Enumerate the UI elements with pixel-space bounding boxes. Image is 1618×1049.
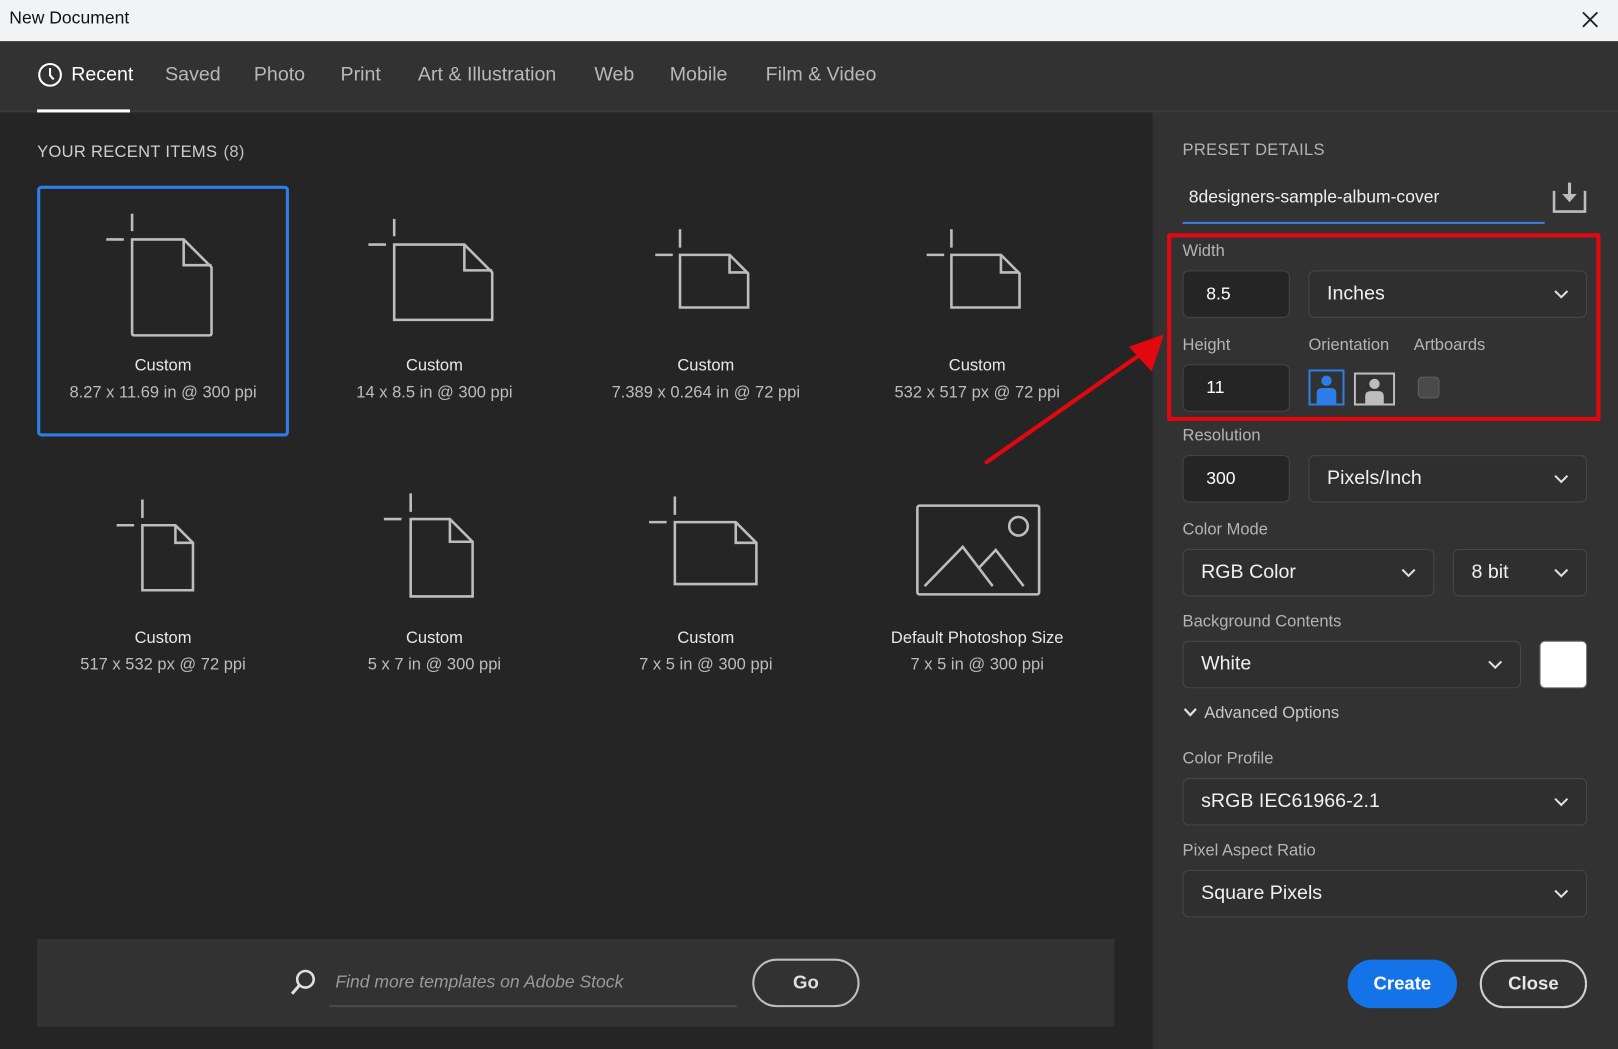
landscape-doc-icon xyxy=(926,229,1021,309)
category-tabs: Recent Saved Photo Print Art & Illustrat… xyxy=(0,41,1618,113)
resolution-label: Resolution xyxy=(1182,427,1261,445)
color-mode-value: RGB Color xyxy=(1201,561,1296,584)
pixel-aspect-label: Pixel Aspect Ratio xyxy=(1182,842,1316,860)
background-value: White xyxy=(1201,653,1252,675)
bit-depth-select[interactable]: 8 bit xyxy=(1452,548,1588,597)
width-unit-value: Inches xyxy=(1327,282,1385,305)
tab-print[interactable]: Print xyxy=(341,64,381,87)
window-title: New Document xyxy=(9,8,130,28)
item-name: Custom xyxy=(134,629,192,648)
item-spec: 532 x 517 px @ 72 ppi xyxy=(894,383,1060,402)
tab-web[interactable]: Web xyxy=(594,64,634,87)
item-spec: 14 x 8.5 in @ 300 ppi xyxy=(356,383,513,402)
recent-item[interactable]: Custom 8.27 x 11.69 in @ 300 ppi xyxy=(37,185,289,437)
landscape-doc-icon xyxy=(655,229,750,309)
landscape-orientation-icon[interactable] xyxy=(1353,372,1396,406)
chevron-down-icon xyxy=(1488,660,1503,670)
recent-items-pane: YOUR RECENT ITEMS (8) Custom 8.27 x 11.69… xyxy=(0,112,1153,1049)
tab-recent[interactable]: Recent xyxy=(71,64,133,87)
item-spec: 5 x 7 in @ 300 ppi xyxy=(367,656,502,674)
height-input[interactable]: 11 xyxy=(1182,364,1290,412)
width-label: Width xyxy=(1182,242,1225,261)
stock-search-input[interactable] xyxy=(329,959,737,1008)
recent-count: (8) xyxy=(223,143,245,161)
recent-item[interactable]: Custom 7.389 x 0.264 in @ 72 ppi xyxy=(580,186,832,437)
portrait-orientation-icon[interactable] xyxy=(1308,369,1345,406)
search-icon xyxy=(290,969,315,995)
portrait-doc-icon xyxy=(116,499,195,592)
pixel-aspect-select[interactable]: Square Pixels xyxy=(1182,869,1588,918)
background-select[interactable]: White xyxy=(1182,640,1522,689)
item-spec: 7 x 5 in @ 300 ppi xyxy=(639,656,773,674)
landscape-doc-icon xyxy=(649,496,758,586)
preset-name-input[interactable]: 8designers-sample-album-cover xyxy=(1182,176,1545,224)
close-button[interactable]: Close xyxy=(1479,959,1588,1009)
item-name: Custom xyxy=(405,357,463,375)
create-button[interactable]: Create xyxy=(1347,959,1458,1009)
item-spec: 7.389 x 0.264 in @ 72 ppi xyxy=(611,383,801,402)
save-preset-icon[interactable] xyxy=(1552,181,1587,214)
recent-item[interactable]: Custom 14 x 8.5 in @ 300 ppi xyxy=(309,186,561,437)
advanced-options-toggle[interactable]: Advanced Options xyxy=(1183,704,1340,724)
recent-item[interactable]: Custom 517 x 532 px @ 72 ppi xyxy=(37,458,289,709)
close-icon[interactable] xyxy=(1577,6,1604,33)
color-profile-label: Color Profile xyxy=(1182,750,1274,768)
artboards-checkbox[interactable] xyxy=(1417,376,1440,399)
portrait-doc-icon xyxy=(383,493,474,598)
recent-item[interactable]: Custom 5 x 7 in @ 300 ppi xyxy=(309,458,561,709)
go-button[interactable]: Go xyxy=(752,958,860,1008)
item-name: Default Photoshop Size xyxy=(890,629,1064,648)
tab-saved[interactable]: Saved xyxy=(165,64,221,87)
color-profile-value: sRGB IEC61966-2.1 xyxy=(1201,790,1380,813)
chevron-down-icon xyxy=(1401,568,1416,578)
chevron-down-icon xyxy=(1554,889,1569,899)
color-profile-select[interactable]: sRGB IEC61966-2.1 xyxy=(1182,778,1588,826)
background-color-swatch[interactable] xyxy=(1539,640,1588,689)
width-input[interactable]: 8.5 xyxy=(1182,270,1290,318)
tab-film-video[interactable]: Film & Video xyxy=(766,64,877,87)
orientation-label: Orientation xyxy=(1308,336,1390,354)
item-spec: 8.27 x 11.69 in @ 300 ppi xyxy=(69,383,257,402)
portrait-doc-icon xyxy=(106,213,213,337)
tab-mobile[interactable]: Mobile xyxy=(670,64,728,87)
clock-icon xyxy=(38,62,62,87)
recent-item[interactable]: Default Photoshop Size 7 x 5 in @ 300 pp… xyxy=(851,458,1103,709)
landscape-doc-icon xyxy=(368,218,494,322)
item-name: Custom xyxy=(677,357,735,375)
title-bar: New Document xyxy=(0,0,1618,42)
resolution-input[interactable]: 300 xyxy=(1182,455,1290,503)
tab-photo[interactable]: Photo xyxy=(254,64,305,87)
item-name: Custom xyxy=(134,357,192,375)
resolution-unit-value: Pixels/Inch xyxy=(1327,467,1422,490)
resolution-unit-select[interactable]: Pixels/Inch xyxy=(1308,455,1588,503)
chevron-down-icon xyxy=(1183,708,1197,717)
item-name: Custom xyxy=(948,357,1006,375)
artboards-label: Artboards xyxy=(1413,336,1486,354)
advanced-options-label: Advanced Options xyxy=(1204,704,1340,723)
item-name: Custom xyxy=(677,629,735,648)
preset-details-heading: PRESET DETAILS xyxy=(1182,141,1325,159)
background-label: Background Contents xyxy=(1182,612,1342,631)
bit-depth-value: 8 bit xyxy=(1471,561,1509,584)
chevron-down-icon xyxy=(1554,290,1569,299)
chevron-down-icon xyxy=(1554,797,1569,807)
height-label: Height xyxy=(1182,336,1231,354)
recent-item[interactable]: Custom 532 x 517 px @ 72 ppi xyxy=(851,186,1103,437)
item-name: Custom xyxy=(405,629,463,648)
recent-heading-text: YOUR RECENT ITEMS xyxy=(37,143,218,161)
color-mode-label: Color Mode xyxy=(1182,521,1268,539)
tab-art-illustration[interactable]: Art & Illustration xyxy=(418,64,556,87)
item-spec: 517 x 532 px @ 72 ppi xyxy=(80,656,246,674)
item-spec: 7 x 5 in @ 300 ppi xyxy=(910,656,1044,674)
stock-search-bar: Go xyxy=(37,939,1115,1027)
pixel-aspect-value: Square Pixels xyxy=(1201,882,1323,904)
preset-details-pane: PRESET DETAILS 8designers-sample-album-c… xyxy=(1152,112,1618,1049)
recent-item[interactable]: Custom 7 x 5 in @ 300 ppi xyxy=(580,458,832,709)
width-unit-select[interactable]: Inches xyxy=(1308,270,1588,318)
image-icon xyxy=(916,504,1041,596)
chevron-down-icon xyxy=(1554,568,1569,578)
color-mode-select[interactable]: RGB Color xyxy=(1182,548,1435,597)
recent-items-heading: YOUR RECENT ITEMS (8) xyxy=(37,143,244,162)
chevron-down-icon xyxy=(1554,474,1569,484)
